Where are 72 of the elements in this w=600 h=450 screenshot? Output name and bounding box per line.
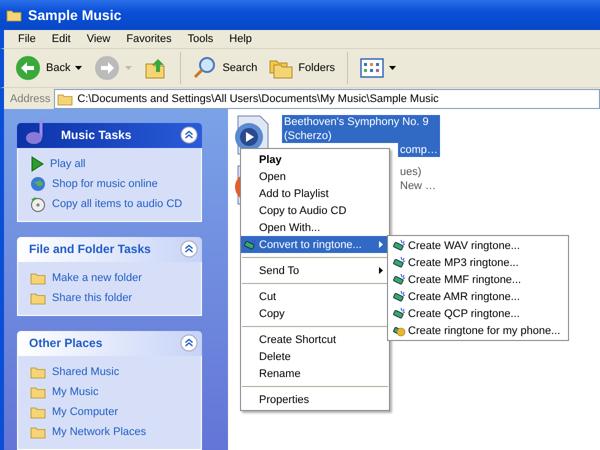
- collapse-icon[interactable]: [180, 334, 198, 352]
- file-detail: ues): [399, 164, 422, 179]
- task-link[interactable]: Make a new folder: [30, 270, 191, 287]
- phone-icon: [243, 238, 257, 252]
- context-menu-item[interactable]: Open: [241, 168, 389, 185]
- context-menu-item[interactable]: Open With...: [241, 219, 389, 236]
- panel-title: Other Places: [29, 336, 102, 350]
- globe-icon: [30, 176, 46, 192]
- folder-icon: [30, 425, 46, 440]
- context-menu-item[interactable]: Cut: [241, 288, 389, 305]
- panel-title: File and Folder Tasks: [29, 242, 151, 256]
- address-label: Address: [10, 92, 50, 105]
- menu-item[interactable]: Edit: [44, 33, 79, 46]
- window-title: Sample Music: [28, 7, 122, 24]
- caret-icon: [389, 66, 396, 70]
- folder-icon: [30, 271, 46, 286]
- panel-title: Music Tasks: [61, 128, 132, 142]
- folder-icon: [30, 385, 46, 400]
- folder-icon: [30, 365, 46, 380]
- views-icon: [360, 58, 384, 78]
- context-menu-item[interactable]: Convert to ringtone...: [241, 236, 389, 253]
- folders-button[interactable]: Folders: [266, 55, 338, 82]
- submenu-item[interactable]: Create ringtone for my phone...: [388, 322, 560, 339]
- search-icon: [193, 56, 218, 80]
- folder-icon: [6, 8, 22, 22]
- context-menu-item[interactable]: Rename: [241, 365, 389, 382]
- panel-header[interactable]: File and Folder Tasks: [17, 236, 202, 262]
- menu-item[interactable]: Help: [221, 33, 260, 46]
- context-menu-item[interactable]: Properties: [241, 391, 389, 408]
- context-menu-item[interactable]: Add to Playlist: [241, 185, 389, 202]
- submenu-item[interactable]: Create WAV ringtone...: [388, 237, 560, 254]
- submenu-item[interactable]: Create MMF ringtone...: [388, 271, 560, 288]
- submenu-item[interactable]: Create MP3 ringtone...: [388, 254, 560, 271]
- cd-icon: [30, 196, 46, 212]
- collapse-icon[interactable]: [180, 126, 198, 144]
- caret-icon: [75, 66, 82, 70]
- submenu-item[interactable]: Create QCP ringtone...: [388, 305, 560, 322]
- collapse-icon[interactable]: [180, 240, 198, 258]
- task-link[interactable]: Share this folder: [30, 290, 191, 307]
- address-field[interactable]: C:\Documents and Settings\All Users\Documents\My Music\Sample Music: [54, 88, 600, 109]
- panel-header[interactable]: Other Places: [17, 330, 202, 356]
- menu-item[interactable]: View: [78, 33, 118, 46]
- task-link[interactable]: My Music: [30, 384, 191, 401]
- submenu-arrow-icon: [379, 267, 383, 274]
- folder-icon: [30, 405, 46, 420]
- file-name[interactable]: (Scherzo): [282, 128, 440, 143]
- task-link[interactable]: Play all: [30, 156, 191, 173]
- task-link[interactable]: Shop for music online: [30, 176, 191, 193]
- play-icon: [30, 156, 44, 172]
- context-menu-item[interactable]: Send To: [241, 262, 389, 279]
- task-link[interactable]: Copy all items to audio CD: [30, 196, 191, 213]
- folder-icon: [57, 92, 74, 106]
- file-name[interactable]: Beethoven's Symphony No. 9: [282, 114, 440, 129]
- context-menu-item[interactable]: Delete: [241, 348, 389, 365]
- context-menu-item[interactable]: Copy to Audio CD: [241, 202, 389, 219]
- context-menu-item[interactable]: Copy: [241, 305, 389, 322]
- folder-icon: [30, 291, 46, 306]
- back-button[interactable]: Back: [12, 53, 86, 84]
- search-button[interactable]: Search: [190, 54, 260, 82]
- submenu-item[interactable]: Create AMR ringtone...: [388, 288, 560, 305]
- task-link[interactable]: My Network Places: [30, 424, 191, 441]
- context-menu-item[interactable]: Create Shortcut: [241, 331, 389, 348]
- file-detail: comp…: [398, 142, 440, 157]
- task-link[interactable]: My Computer: [30, 404, 191, 421]
- task-link[interactable]: Shared Music: [30, 364, 191, 381]
- menu-item[interactable]: Tools: [180, 33, 222, 46]
- submenu-arrow-icon: [379, 241, 383, 248]
- file-detail: New …: [399, 178, 438, 193]
- context-menu-item[interactable]: Play: [241, 151, 389, 168]
- menu-item[interactable]: File: [10, 33, 44, 46]
- menu-item[interactable]: Favorites: [118, 33, 180, 46]
- caret-icon: [125, 66, 132, 70]
